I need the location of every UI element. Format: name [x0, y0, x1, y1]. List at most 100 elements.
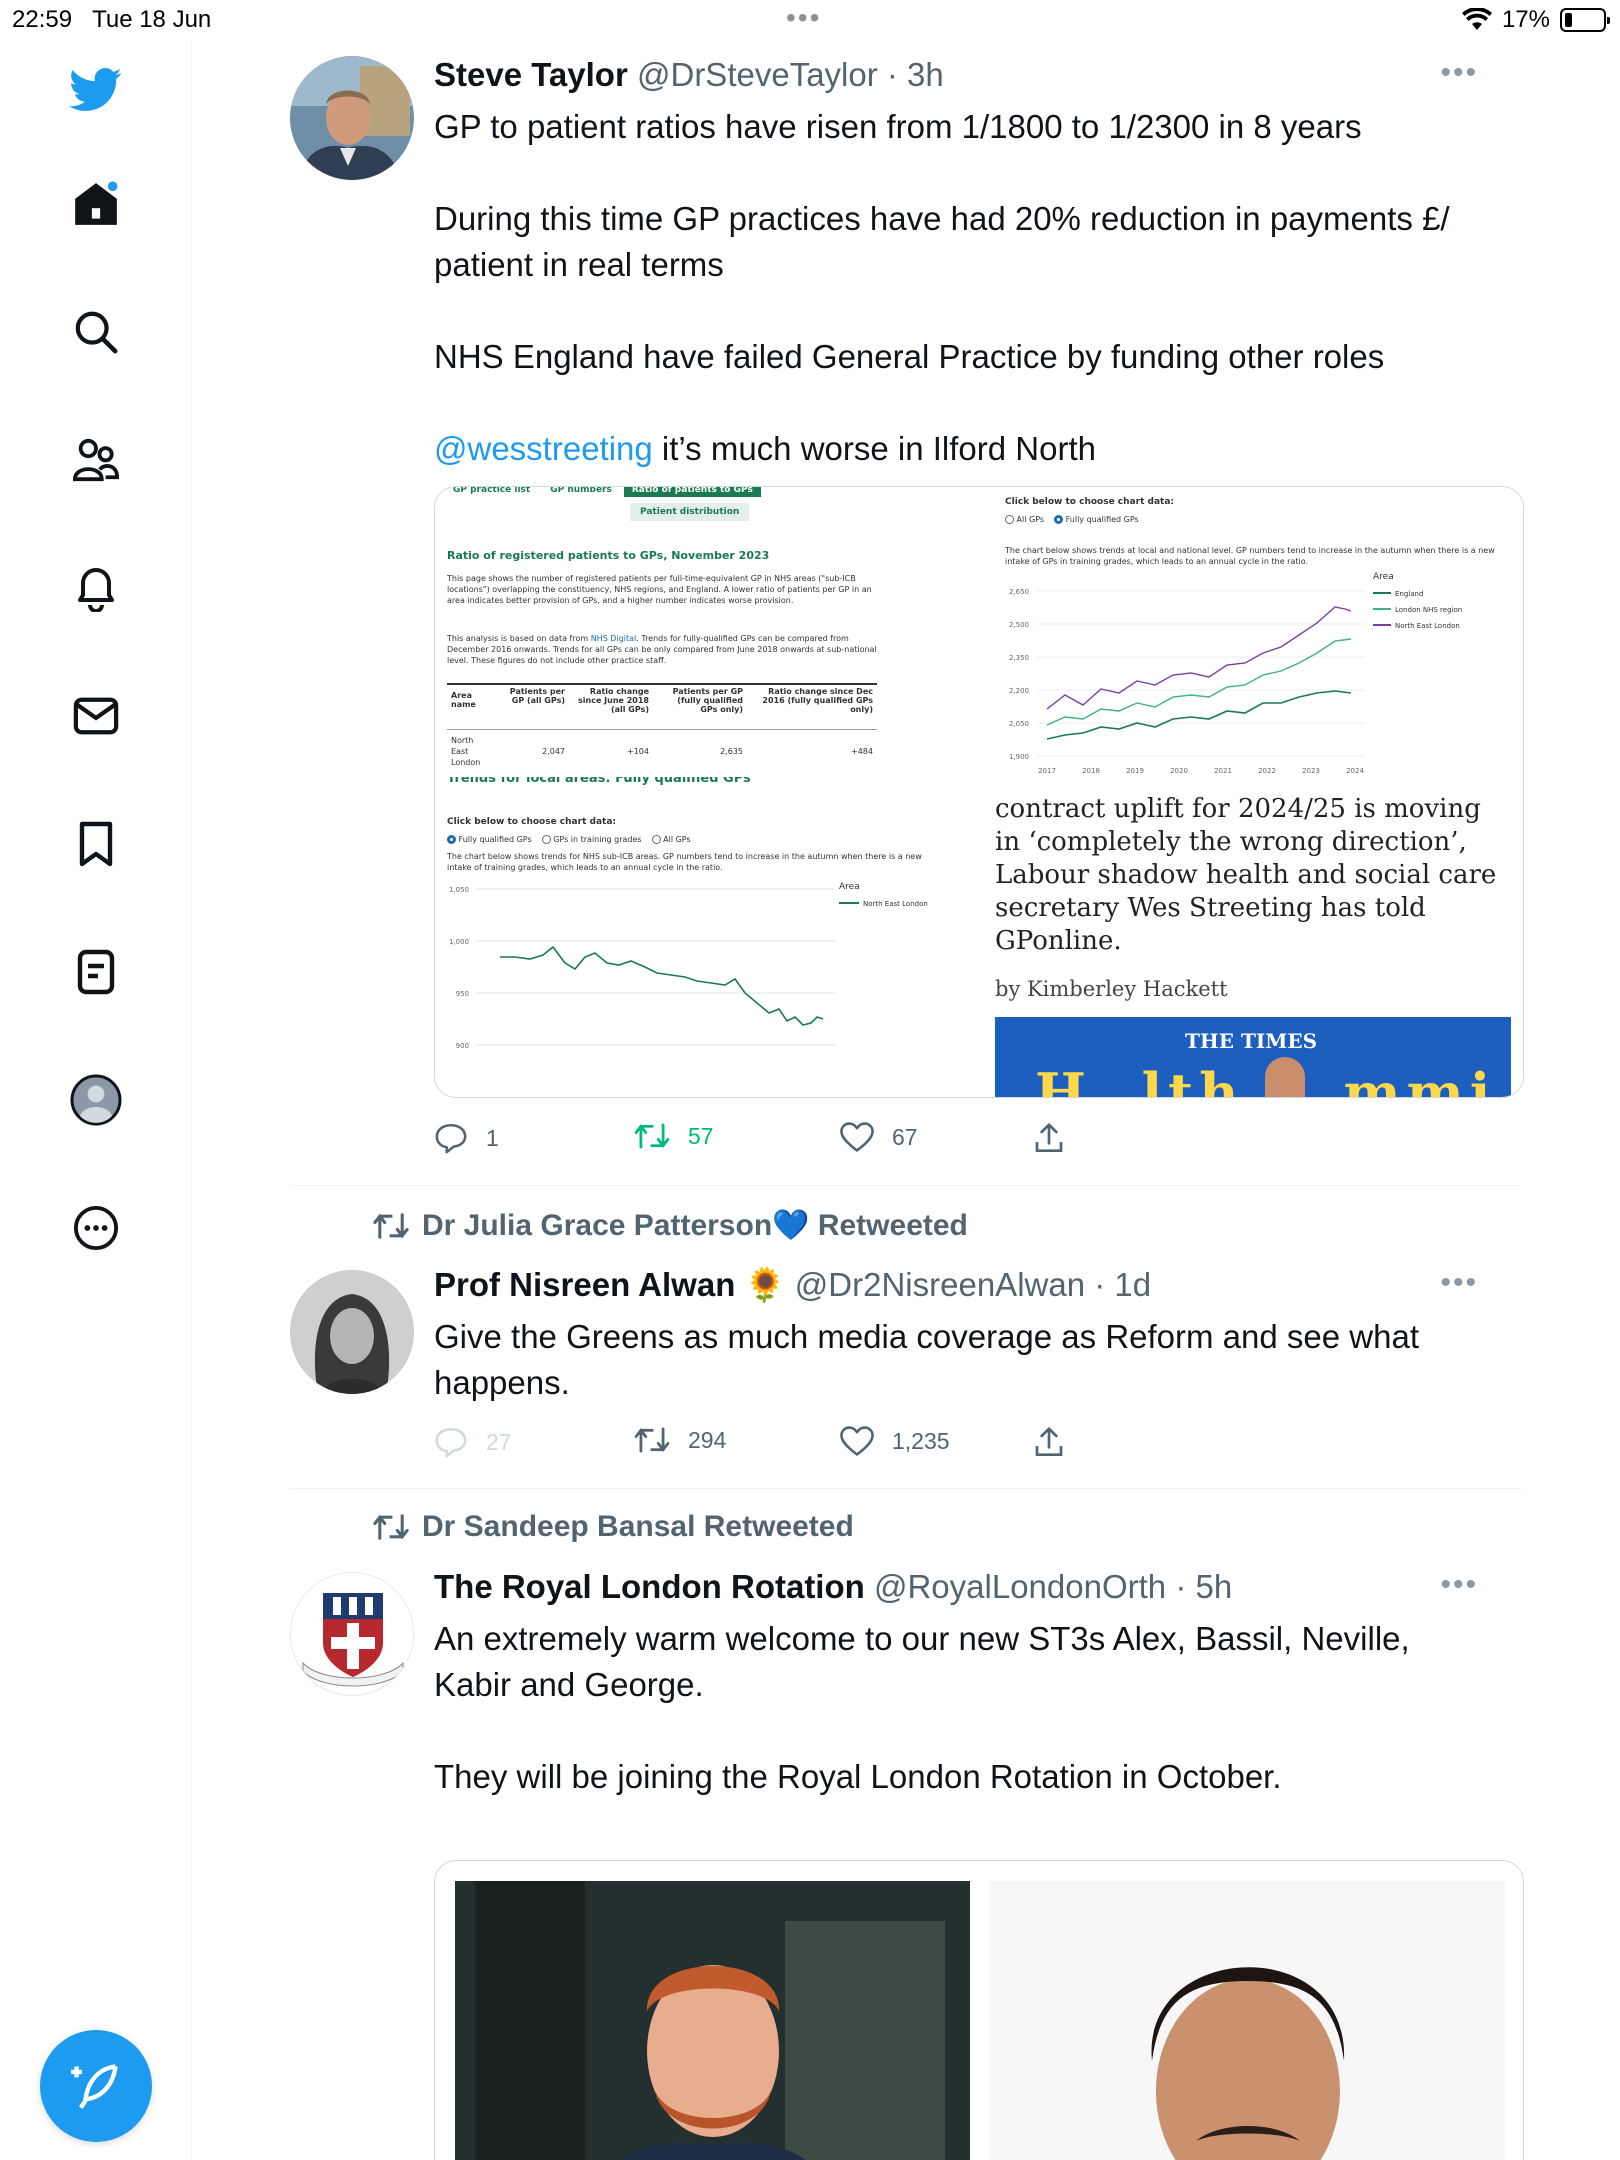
retweeted-by[interactable]: Dr Sandeep Bansal Retweeted	[372, 1510, 854, 1544]
compose-feather-icon	[71, 2064, 118, 2109]
mini-note: The chart below shows trends for NHS sub…	[447, 852, 922, 872]
series-line-north-east-london	[1046, 606, 1352, 710]
retweet-icon	[634, 1427, 670, 1453]
profile-avatar-icon[interactable]	[60, 1064, 132, 1136]
x-tick-label: 2017	[1038, 767, 1056, 775]
article-line: contract uplift for 2024/25 is moving	[995, 797, 1481, 824]
reply-button[interactable]: 27	[434, 1426, 512, 1458]
tweet-royal-london-rotation[interactable]: Dr Sandeep Bansal Retweeted The Royal Lo…	[290, 1510, 1524, 2160]
tweet-time[interactable]: · 1d	[1094, 1266, 1151, 1303]
legend-label: England	[1395, 590, 1423, 598]
author-name[interactable]: Steve Taylor	[434, 56, 628, 93]
multitask-dots-icon[interactable]: •••	[786, 2, 821, 34]
twitter-logo-icon[interactable]	[60, 54, 132, 126]
x-tick-label: 2022	[1258, 767, 1276, 775]
reply-count: 27	[486, 1428, 512, 1455]
tweet-time[interactable]: · 3h	[887, 56, 944, 93]
communities-icon[interactable]	[60, 424, 132, 496]
photo-person-right[interactable]	[990, 1881, 1505, 2160]
tweet-text: Give the Greens as much media coverage a…	[434, 1314, 1494, 1406]
tweet-more-icon[interactable]: •••	[1440, 1568, 1478, 1602]
tweet-actions: 27 294 1,235	[434, 1426, 1434, 1466]
notifications-bell-icon[interactable]	[60, 552, 132, 624]
mini-table: Area name Patients per GP (all GPs) Rati…	[447, 683, 877, 767]
tweet-media-card[interactable]: GP practice list GP numbers Ratio of pat…	[434, 486, 1524, 1098]
y-tick-label: 1,900	[1009, 753, 1029, 761]
x-tick-label: 2023	[1302, 767, 1320, 775]
retweet-button[interactable]: 294	[634, 1426, 726, 1454]
article-excerpt[interactable]: contract uplift for 2024/25 is moving in…	[995, 797, 1523, 1097]
retweet-button[interactable]: 57	[634, 1122, 714, 1150]
compose-tweet-button[interactable]	[40, 2030, 152, 2142]
battery-percent: 17%	[1501, 6, 1550, 33]
retweeted-by-label: Dr Julia Grace Patterson💙 Retweeted	[422, 1209, 968, 1242]
tweet-steve-taylor[interactable]: Steve Taylor @DrSteveTaylor · 3h ••• GP …	[290, 56, 1524, 1154]
author-handle[interactable]: @RoyalLondonOrth	[874, 1568, 1166, 1605]
tweet-line: An extremely warm welcome to our new ST3…	[434, 1620, 1410, 1657]
tweet-text: An extremely warm welcome to our new ST3…	[434, 1616, 1494, 1800]
embedded-screenshot-right[interactable]: Click below to choose chart data: All GP…	[995, 487, 1523, 797]
tweet-nisreen-alwan[interactable]: Dr Julia Grace Patterson💙 Retweeted Prof…	[290, 1208, 1522, 1478]
avatar[interactable]	[290, 1572, 414, 1696]
status-right: 17%	[1461, 6, 1610, 34]
x-tick-label: 2019	[1126, 767, 1144, 775]
x-tick-label: 2021	[1214, 767, 1232, 775]
retweeted-by[interactable]: Dr Julia Grace Patterson💙 Retweeted	[372, 1208, 968, 1243]
mention-link[interactable]: @wesstreeting	[434, 430, 653, 467]
tweet-time[interactable]: · 5h	[1175, 1568, 1232, 1605]
avatar[interactable]	[290, 56, 414, 180]
tweet-photo-grid[interactable]	[434, 1860, 1524, 2160]
y-tick-label: 2,650	[1009, 588, 1029, 596]
retweet-icon	[634, 1123, 670, 1149]
tweet-more-icon[interactable]: •••	[1440, 1266, 1478, 1300]
tweet-divider	[290, 1488, 1522, 1489]
series-line-london-nhs-region	[1046, 638, 1352, 726]
author-handle[interactable]: @DrSteveTaylor	[637, 56, 878, 93]
author-name[interactable]: Prof Nisreen Alwan	[434, 1266, 735, 1303]
mini-choose-label: Click below to choose chart data:	[447, 817, 616, 827]
search-icon[interactable]	[60, 296, 132, 368]
bookmark-icon[interactable]	[60, 808, 132, 880]
mini-title: Ratio of registered patients to GPs, Nov…	[447, 549, 770, 562]
y-tick-label: 2,050	[1009, 720, 1029, 728]
series-line-north-east-london	[500, 945, 824, 1026]
photo-person-left[interactable]	[455, 1881, 970, 2160]
more-options-icon[interactable]	[60, 1192, 132, 1264]
retweet-icon	[373, 1514, 409, 1540]
author-name[interactable]: The Royal London Rotation	[434, 1568, 865, 1605]
share-button[interactable]	[1034, 1122, 1064, 1154]
author-handle[interactable]: @Dr2NisreenAlwan	[795, 1266, 1085, 1303]
tweet-line: During this time GP practices have had 2…	[434, 200, 1450, 237]
tweet-text: GP to patient ratios have risen from 1/1…	[434, 104, 1494, 472]
legend-title: Area	[1373, 572, 1394, 582]
home-icon[interactable]	[60, 168, 132, 240]
retweeted-by-label: Dr Sandeep Bansal Retweeted	[422, 1510, 854, 1543]
mini-paragraph: This page shows the number of registered…	[447, 574, 872, 605]
share-button[interactable]	[1034, 1426, 1064, 1458]
tweet-line: NHS England have failed General Practice…	[434, 338, 1385, 375]
mini-section-title: Trends for local areas: Fully qualified …	[447, 777, 751, 786]
x-tick-label: 2024	[1346, 767, 1364, 775]
avatar[interactable]	[290, 1270, 414, 1394]
like-button[interactable]: 67	[840, 1122, 918, 1152]
legend-label: North East London	[1395, 622, 1460, 630]
lists-icon[interactable]	[60, 936, 132, 1008]
y-tick-label: 950	[456, 990, 469, 998]
y-tick-label: 1,050	[449, 886, 469, 894]
mini-choose-label: Click below to choose chart data:	[1005, 497, 1174, 507]
sunflower-emoji: 🌻	[744, 1266, 786, 1303]
y-tick-label: 1,000	[449, 938, 469, 946]
tweet-more-icon[interactable]: •••	[1440, 56, 1478, 90]
reply-button[interactable]: 1	[434, 1122, 499, 1154]
share-icon	[1035, 1427, 1063, 1456]
like-count: 67	[892, 1123, 918, 1150]
messages-envelope-icon[interactable]	[60, 680, 132, 752]
embedded-screenshot-left[interactable]: GP practice list GP numbers Ratio of pat…	[435, 487, 995, 1097]
tweet-actions: 1 57 67	[434, 1122, 1434, 1162]
like-button[interactable]: 1,235	[840, 1426, 950, 1456]
tweet-header: Prof Nisreen Alwan 🌻 @Dr2NisreenAlwan · …	[434, 1266, 1151, 1305]
retweet-count: 57	[688, 1122, 714, 1149]
article-line: secretary Wes Streeting has told	[995, 893, 1426, 923]
reply-count: 1	[486, 1124, 499, 1151]
mini-note: The chart below shows trends at local an…	[1005, 546, 1495, 566]
